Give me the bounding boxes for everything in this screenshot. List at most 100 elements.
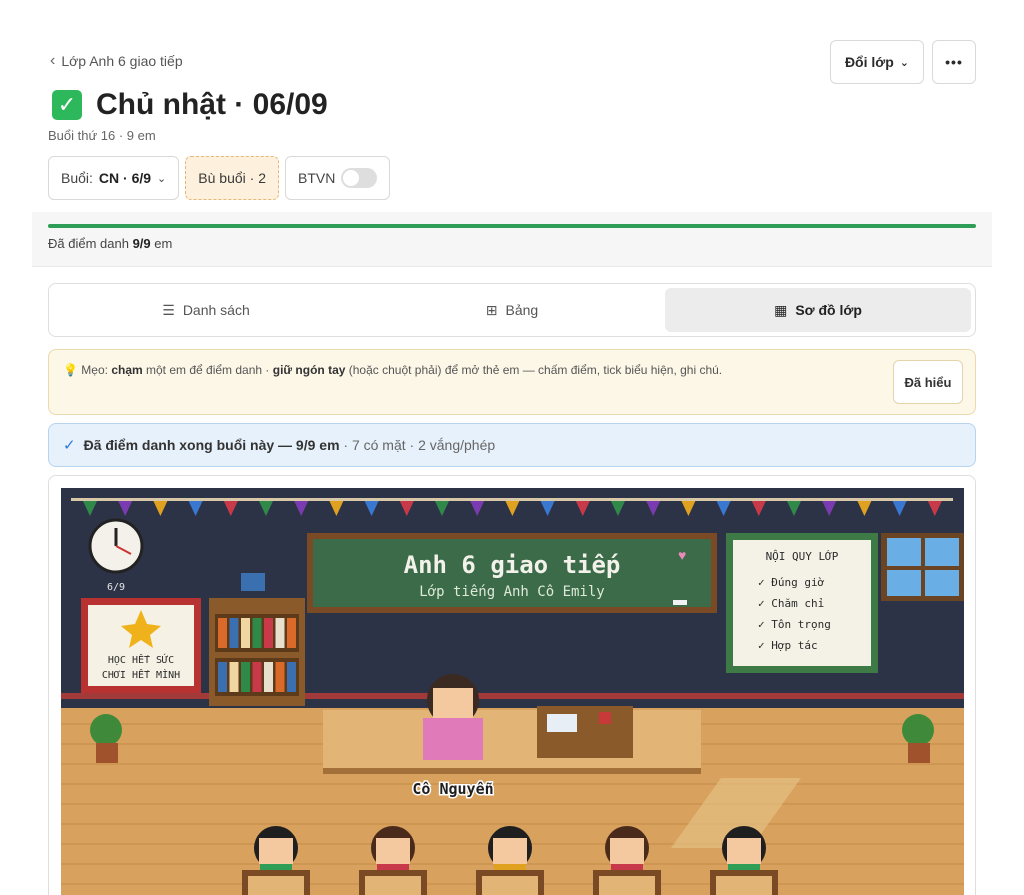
rule-item: ✓ Tôn trọng: [758, 618, 831, 631]
teacher-name: Cô Nguyễn: [412, 780, 493, 798]
student-face: [610, 838, 644, 864]
class-rules-board: NỘI QUY LỚP ✓ Đúng giờ ✓ Chăm chỉ ✓ Tôn tr…: [726, 533, 878, 673]
tip-b2: giữ ngón tay: [272, 363, 346, 377]
tab-seating-map[interactable]: ▦ Sơ đồ lớp: [665, 288, 971, 332]
back-link-label: Lớp Anh 6 giao tiếp: [61, 53, 183, 69]
status-rest: · 7 có mặt · 2 vắng/phép: [339, 437, 496, 453]
heart-icon: ♥: [678, 547, 686, 563]
session-value: CN · 6/9: [98, 170, 152, 186]
tab-seating-map-label: Sơ đồ lớp: [795, 302, 862, 318]
globe-icon: [241, 573, 265, 591]
student-desk-top: [365, 876, 421, 895]
book: [264, 662, 273, 692]
tip-t1: Mẹo:: [81, 363, 112, 377]
attendance-complete-banner: ✓ Đã điểm danh xong buổi này — 9/9 em · …: [48, 423, 976, 467]
view-tabs: ☰ Danh sách ⊞ Bảng ▦ Sơ đồ lớp: [48, 283, 976, 337]
session-subtitle: Buổi thứ 16 · 9 em: [48, 128, 156, 143]
homework-label: BTVN: [297, 170, 336, 186]
book: [229, 618, 239, 648]
chevron-left-icon: ‹: [50, 52, 56, 69]
progress-track: [48, 224, 976, 228]
laptop-icon: [547, 714, 577, 732]
list-icon: ☰: [162, 301, 175, 318]
classroom-scene: 6/9 HỌC HẾT SỨC CHƠI HẾT MÌNH Anh 6 giao…: [61, 488, 964, 895]
tab-list-label: Danh sách: [182, 302, 250, 318]
tip-text: 💡 Mẹo: chạm một em để điểm danh · giữ ng…: [63, 363, 722, 377]
switch-class-label: Đổi lớp: [844, 54, 894, 70]
progress-fill: [48, 224, 976, 228]
board-title: Anh 6 giao tiếp: [404, 551, 621, 579]
motivation-poster: HỌC HẾT SỨC CHƠI HẾT MÌNH: [81, 598, 201, 693]
student-face: [259, 838, 293, 864]
back-link[interactable]: ‹ Lớp Anh 6 giao tiếp: [50, 52, 183, 70]
title-row: ✓ Chủ nhật · 06/09: [52, 88, 328, 122]
homework-toggle-chip[interactable]: BTVN: [284, 156, 391, 200]
window: [881, 533, 964, 601]
chalk: [673, 600, 687, 605]
book: [252, 662, 262, 692]
student-face: [376, 838, 410, 864]
apple-icon: [599, 712, 611, 724]
teacher-desk: [323, 706, 701, 774]
tip-b1: chạm: [111, 363, 143, 377]
switch-class-button[interactable]: Đổi lớp ⌄: [829, 40, 924, 84]
book: [275, 618, 285, 648]
check-icon: ✓: [63, 437, 76, 454]
table-icon: ⊞: [485, 301, 498, 318]
book: [287, 662, 296, 692]
chevron-down-icon: ⌄: [157, 172, 167, 185]
poster-line1: HỌC HẾT SỨC: [108, 653, 174, 666]
progress-suffix: em: [154, 236, 173, 251]
progress-count: 9/9: [132, 236, 151, 251]
dismiss-tip-button[interactable]: Đã hiểu: [893, 360, 963, 404]
page-title: Chủ nhật · 06/09: [96, 88, 328, 121]
tab-table-label: Bảng: [505, 302, 539, 318]
more-icon: •••: [945, 54, 963, 70]
student-desk-top: [248, 876, 304, 895]
wall-trim: [61, 693, 964, 699]
progress-prefix: Đã điểm danh: [48, 236, 129, 251]
book: [229, 662, 239, 692]
chevron-down-icon: ⌄: [899, 56, 909, 69]
book: [252, 618, 262, 648]
student-desk-top: [482, 876, 538, 895]
top-actions: Đổi lớp ⌄ •••: [829, 40, 976, 84]
book: [275, 662, 285, 692]
tab-list[interactable]: ☰ Danh sách: [53, 288, 359, 332]
session-select[interactable]: Buổi: CN · 6/9 ⌄: [48, 156, 180, 200]
book: [218, 662, 227, 692]
book: [241, 618, 250, 648]
classroom-illustration: 6/9 HỌC HẾT SỨC CHƠI HẾT MÌNH Anh 6 giao…: [61, 488, 964, 895]
board-subtitle: Lớp tiếng Anh Cô Emily: [419, 584, 604, 600]
poster-line2: CHƠI HẾT MÌNH: [102, 668, 180, 681]
student-face: [493, 838, 527, 864]
more-button[interactable]: •••: [932, 40, 976, 84]
student-face: [727, 838, 761, 864]
session-controls: Buổi: CN · 6/9 ⌄ Bù buổi · 2 BTVN: [48, 156, 391, 200]
rule-item: ✓ Hợp tác: [758, 639, 818, 652]
makeup-session-chip[interactable]: Bù buổi · 2: [185, 156, 279, 200]
homework-toggle[interactable]: [341, 168, 378, 188]
clock-date: 6/9: [107, 582, 125, 593]
book: [287, 618, 296, 648]
tip-banner: 💡 Mẹo: chạm một em để điểm danh · giữ ng…: [48, 349, 976, 415]
rules-title: NỘI QUY LỚP: [766, 550, 839, 563]
makeup-label: Bù buổi · 2: [198, 170, 266, 186]
tip-t3: (hoặc chuột phải) để mở thẻ em — chấm đi…: [345, 363, 723, 377]
lightbulb-icon: 💡: [63, 363, 78, 377]
blackboard: Anh 6 giao tiếp Lớp tiếng Anh Cô Emily ♥: [307, 533, 717, 613]
progress-text: Đã điểm danh 9/9 em: [48, 236, 172, 251]
session-prefix: Buổi:: [61, 170, 93, 186]
classroom-map-card: 6/9 HỌC HẾT SỨC CHƠI HẾT MÌNH Anh 6 giao…: [48, 475, 976, 895]
student-desk-top: [716, 876, 772, 895]
student-desk-top: [599, 876, 655, 895]
grid-icon: ▦: [774, 301, 788, 318]
status-bold: Đã điểm danh xong buổi này — 9/9 em: [83, 437, 340, 453]
rule-item: ✓ Đúng giờ: [758, 576, 825, 589]
checkmark-icon: ✓: [52, 90, 82, 120]
book: [241, 662, 250, 692]
rule-item: ✓ Chăm chỉ: [758, 597, 824, 610]
book: [264, 618, 273, 648]
tab-table[interactable]: ⊞ Bảng: [359, 288, 665, 332]
tip-t2: một em để điểm danh ·: [142, 363, 273, 377]
